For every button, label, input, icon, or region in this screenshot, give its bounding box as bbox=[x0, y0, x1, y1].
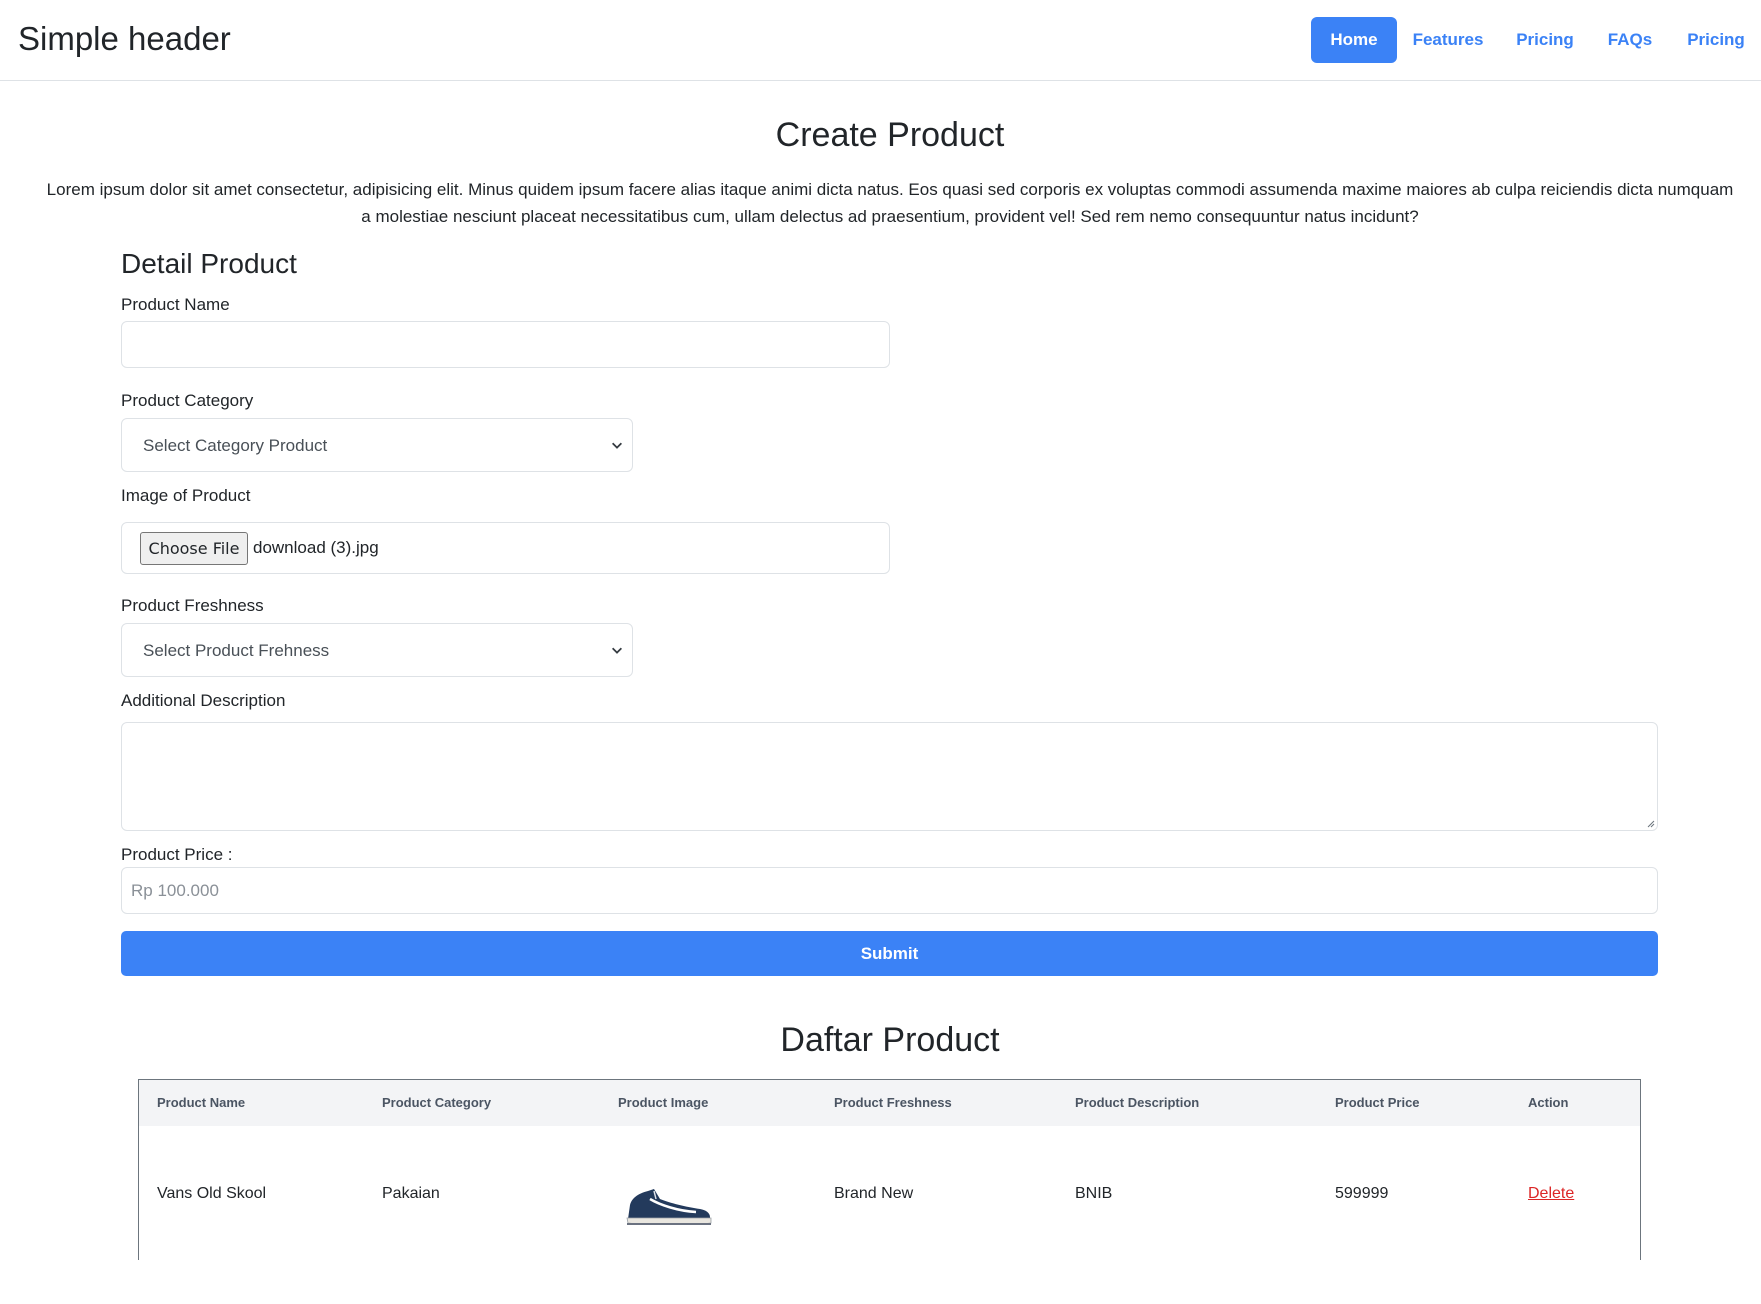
col-product-name: Product Name bbox=[157, 1095, 246, 1110]
chevron-down-icon bbox=[612, 647, 622, 654]
product-freshness-label: Product Freshness bbox=[121, 596, 264, 615]
product-freshness-selected: Select Product Frehness bbox=[143, 641, 330, 660]
chevron-down-icon bbox=[612, 442, 622, 449]
description-textarea[interactable] bbox=[121, 722, 1658, 831]
col-product-category: Product Category bbox=[382, 1095, 492, 1110]
page-title: Create Product bbox=[775, 116, 1005, 154]
resize-grip-icon[interactable] bbox=[1647, 820, 1655, 828]
cell-price: 599999 bbox=[1335, 1185, 1389, 1202]
sneaker-image bbox=[626, 1189, 712, 1225]
product-name-label: Product Name bbox=[121, 295, 230, 314]
form-section-title: Detail Product bbox=[121, 248, 297, 279]
choose-file-button[interactable]: Choose File bbox=[140, 532, 248, 565]
product-freshness-select[interactable]: Select Product Frehness bbox=[121, 623, 633, 677]
image-file-input[interactable]: Choose File download (3).jpg bbox=[121, 522, 890, 574]
product-category-select[interactable]: Select Category Product bbox=[121, 418, 633, 472]
product-name-input[interactable] bbox=[121, 321, 890, 368]
col-action: Action bbox=[1528, 1095, 1569, 1110]
brand-title[interactable]: Simple header bbox=[18, 20, 231, 58]
image-label: Image of Product bbox=[121, 486, 251, 505]
nav-home[interactable]: Home bbox=[1311, 17, 1397, 63]
delete-link[interactable]: Delete bbox=[1528, 1185, 1574, 1203]
col-product-image: Product Image bbox=[618, 1095, 709, 1110]
col-product-description: Product Description bbox=[1075, 1095, 1200, 1110]
product-category-label: Product Category bbox=[121, 391, 254, 410]
price-placeholder: Rp 100.000 bbox=[131, 881, 219, 900]
description-label: Additional Description bbox=[121, 691, 286, 710]
price-label: Product Price : bbox=[121, 845, 233, 864]
nav-pricing-2[interactable]: Pricing bbox=[1679, 17, 1753, 63]
product-table: Product Name Product Category Product Im… bbox=[138, 1079, 1641, 1260]
table-header: Product Name Product Category Product Im… bbox=[139, 1080, 1640, 1126]
cell-freshness: Brand New bbox=[834, 1185, 914, 1202]
site-header: Simple header Home Features Pricing FAQs… bbox=[0, 0, 1761, 81]
nav-pricing[interactable]: Pricing bbox=[1501, 17, 1589, 63]
lead-paragraph: Lorem ipsum dolor sit amet consectetur, … bbox=[46, 180, 1734, 226]
file-name: download (3).jpg bbox=[253, 538, 379, 557]
nav-faqs[interactable]: FAQs bbox=[1598, 17, 1662, 63]
col-product-price: Product Price bbox=[1335, 1095, 1420, 1110]
price-input[interactable]: Rp 100.000 bbox=[121, 867, 1658, 914]
product-category-selected: Select Category Product bbox=[143, 436, 328, 455]
cell-name: Vans Old Skool bbox=[157, 1185, 267, 1202]
nav-features[interactable]: Features bbox=[1404, 17, 1492, 63]
cell-description: BNIB bbox=[1075, 1185, 1113, 1202]
col-product-freshness: Product Freshness bbox=[834, 1095, 952, 1110]
submit-button[interactable]: Submit bbox=[121, 931, 1658, 976]
list-title: Daftar Product bbox=[780, 1021, 1000, 1059]
cell-category: Pakaian bbox=[382, 1185, 440, 1202]
